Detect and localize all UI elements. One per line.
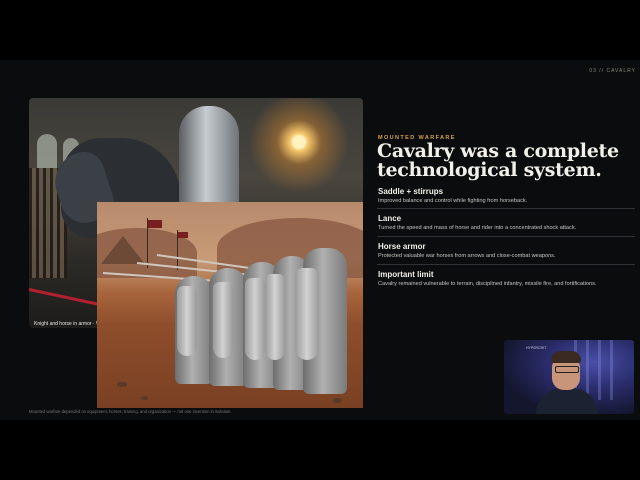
camp-tent xyxy=(101,236,145,264)
item-description: Improved balance and control while fight… xyxy=(378,198,528,204)
item-description: Cavalry remained vulnerable to terrain, … xyxy=(378,281,597,287)
arched-window xyxy=(37,134,57,168)
background-light xyxy=(598,340,601,400)
soldier-shield xyxy=(295,268,319,360)
webcam-logo: HYPERCRIT xyxy=(526,346,547,350)
slide-section-label: 03 // CAVALRY xyxy=(589,68,636,74)
item-title: Saddle + stirrups xyxy=(378,187,444,196)
webcam-overlay: HYPERCRIT xyxy=(504,340,634,414)
infantry-shield-wall-illustration xyxy=(97,202,363,408)
divider xyxy=(377,236,635,237)
soldier-shield xyxy=(213,282,233,358)
item-description: Protected valuable war horses from arrow… xyxy=(378,253,556,259)
item-title: Important limit xyxy=(378,270,434,279)
ground-rock xyxy=(141,396,148,400)
soldier-shield xyxy=(245,278,265,360)
ground-rock xyxy=(333,398,342,403)
presenter-glasses xyxy=(555,366,579,373)
background-light xyxy=(586,340,589,400)
item-title: Lance xyxy=(378,214,402,223)
background-light xyxy=(610,340,613,400)
footer-note: Mounted warfare depended on equipment, h… xyxy=(29,409,232,414)
red-banner xyxy=(178,232,188,238)
soldier-shield xyxy=(265,274,285,360)
divider xyxy=(377,264,635,265)
item-description: Turned the speed and mass of horse and r… xyxy=(378,225,577,231)
slide-headline: Cavalry was a complete technological sys… xyxy=(377,140,619,181)
soldier-shield xyxy=(177,286,197,356)
red-banner xyxy=(148,220,162,228)
divider xyxy=(377,208,635,209)
presenter-hair xyxy=(551,351,581,363)
item-title: Horse armor xyxy=(378,242,426,251)
ground-rock xyxy=(117,382,127,387)
